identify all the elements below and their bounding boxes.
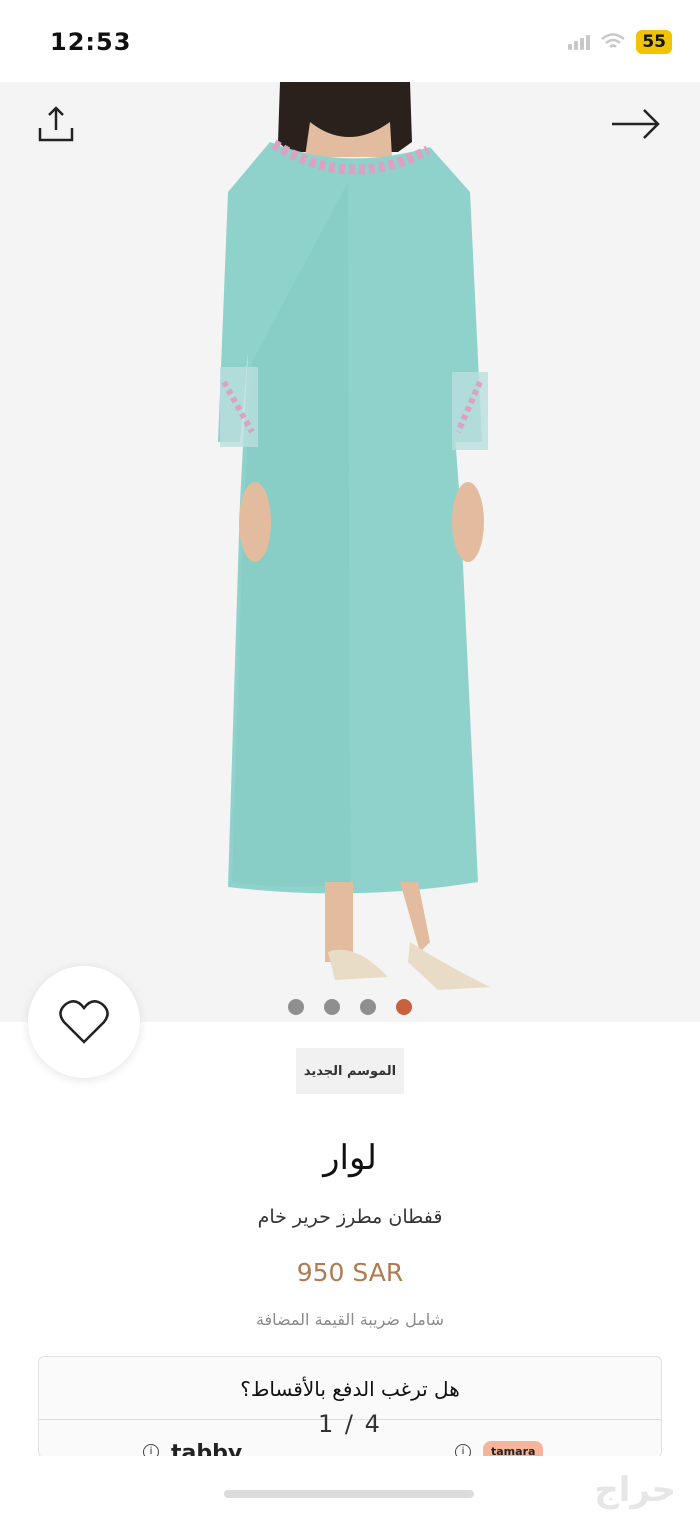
pagination-dot[interactable] <box>288 999 304 1015</box>
image-counter: 1 / 4 <box>318 1410 382 1438</box>
status-bar: 12:53 55 <box>0 0 700 82</box>
home-indicator[interactable] <box>224 1490 474 1498</box>
next-image-button[interactable] <box>608 102 664 146</box>
product-price: 950 SAR <box>296 1258 404 1287</box>
signal-icon <box>568 34 591 50</box>
arrow-right-icon <box>612 109 660 139</box>
dress-image <box>218 82 490 990</box>
pagination-dot-active[interactable] <box>396 999 412 1015</box>
wifi-icon <box>601 33 626 48</box>
installments-panel: هل ترغب الدفع بالأقساط؟ i tabby i tamara <box>38 1356 662 1458</box>
heart-icon <box>59 1000 109 1044</box>
favorite-button[interactable] <box>28 966 140 1078</box>
status-time: 12:53 <box>50 28 132 56</box>
status-icons: 55 <box>568 30 672 54</box>
share-button[interactable] <box>34 102 78 146</box>
watermark-logo: حراج <box>594 1470 676 1510</box>
new-season-badge: الموسم الجديد <box>296 1048 404 1094</box>
brand-name[interactable]: لوار <box>0 1138 700 1178</box>
battery-indicator: 55 <box>636 30 672 54</box>
product-title: قفطان مطرز حرير خام <box>257 1206 443 1228</box>
share-icon <box>38 106 74 142</box>
pagination-dot[interactable] <box>324 999 340 1015</box>
installments-question: هل ترغب الدفع بالأقساط؟ <box>240 1377 460 1401</box>
product-image[interactable] <box>0 82 700 1022</box>
pagination-dot[interactable] <box>360 999 376 1015</box>
vat-note: شامل ضريبة القيمة المضافة <box>255 1310 445 1329</box>
